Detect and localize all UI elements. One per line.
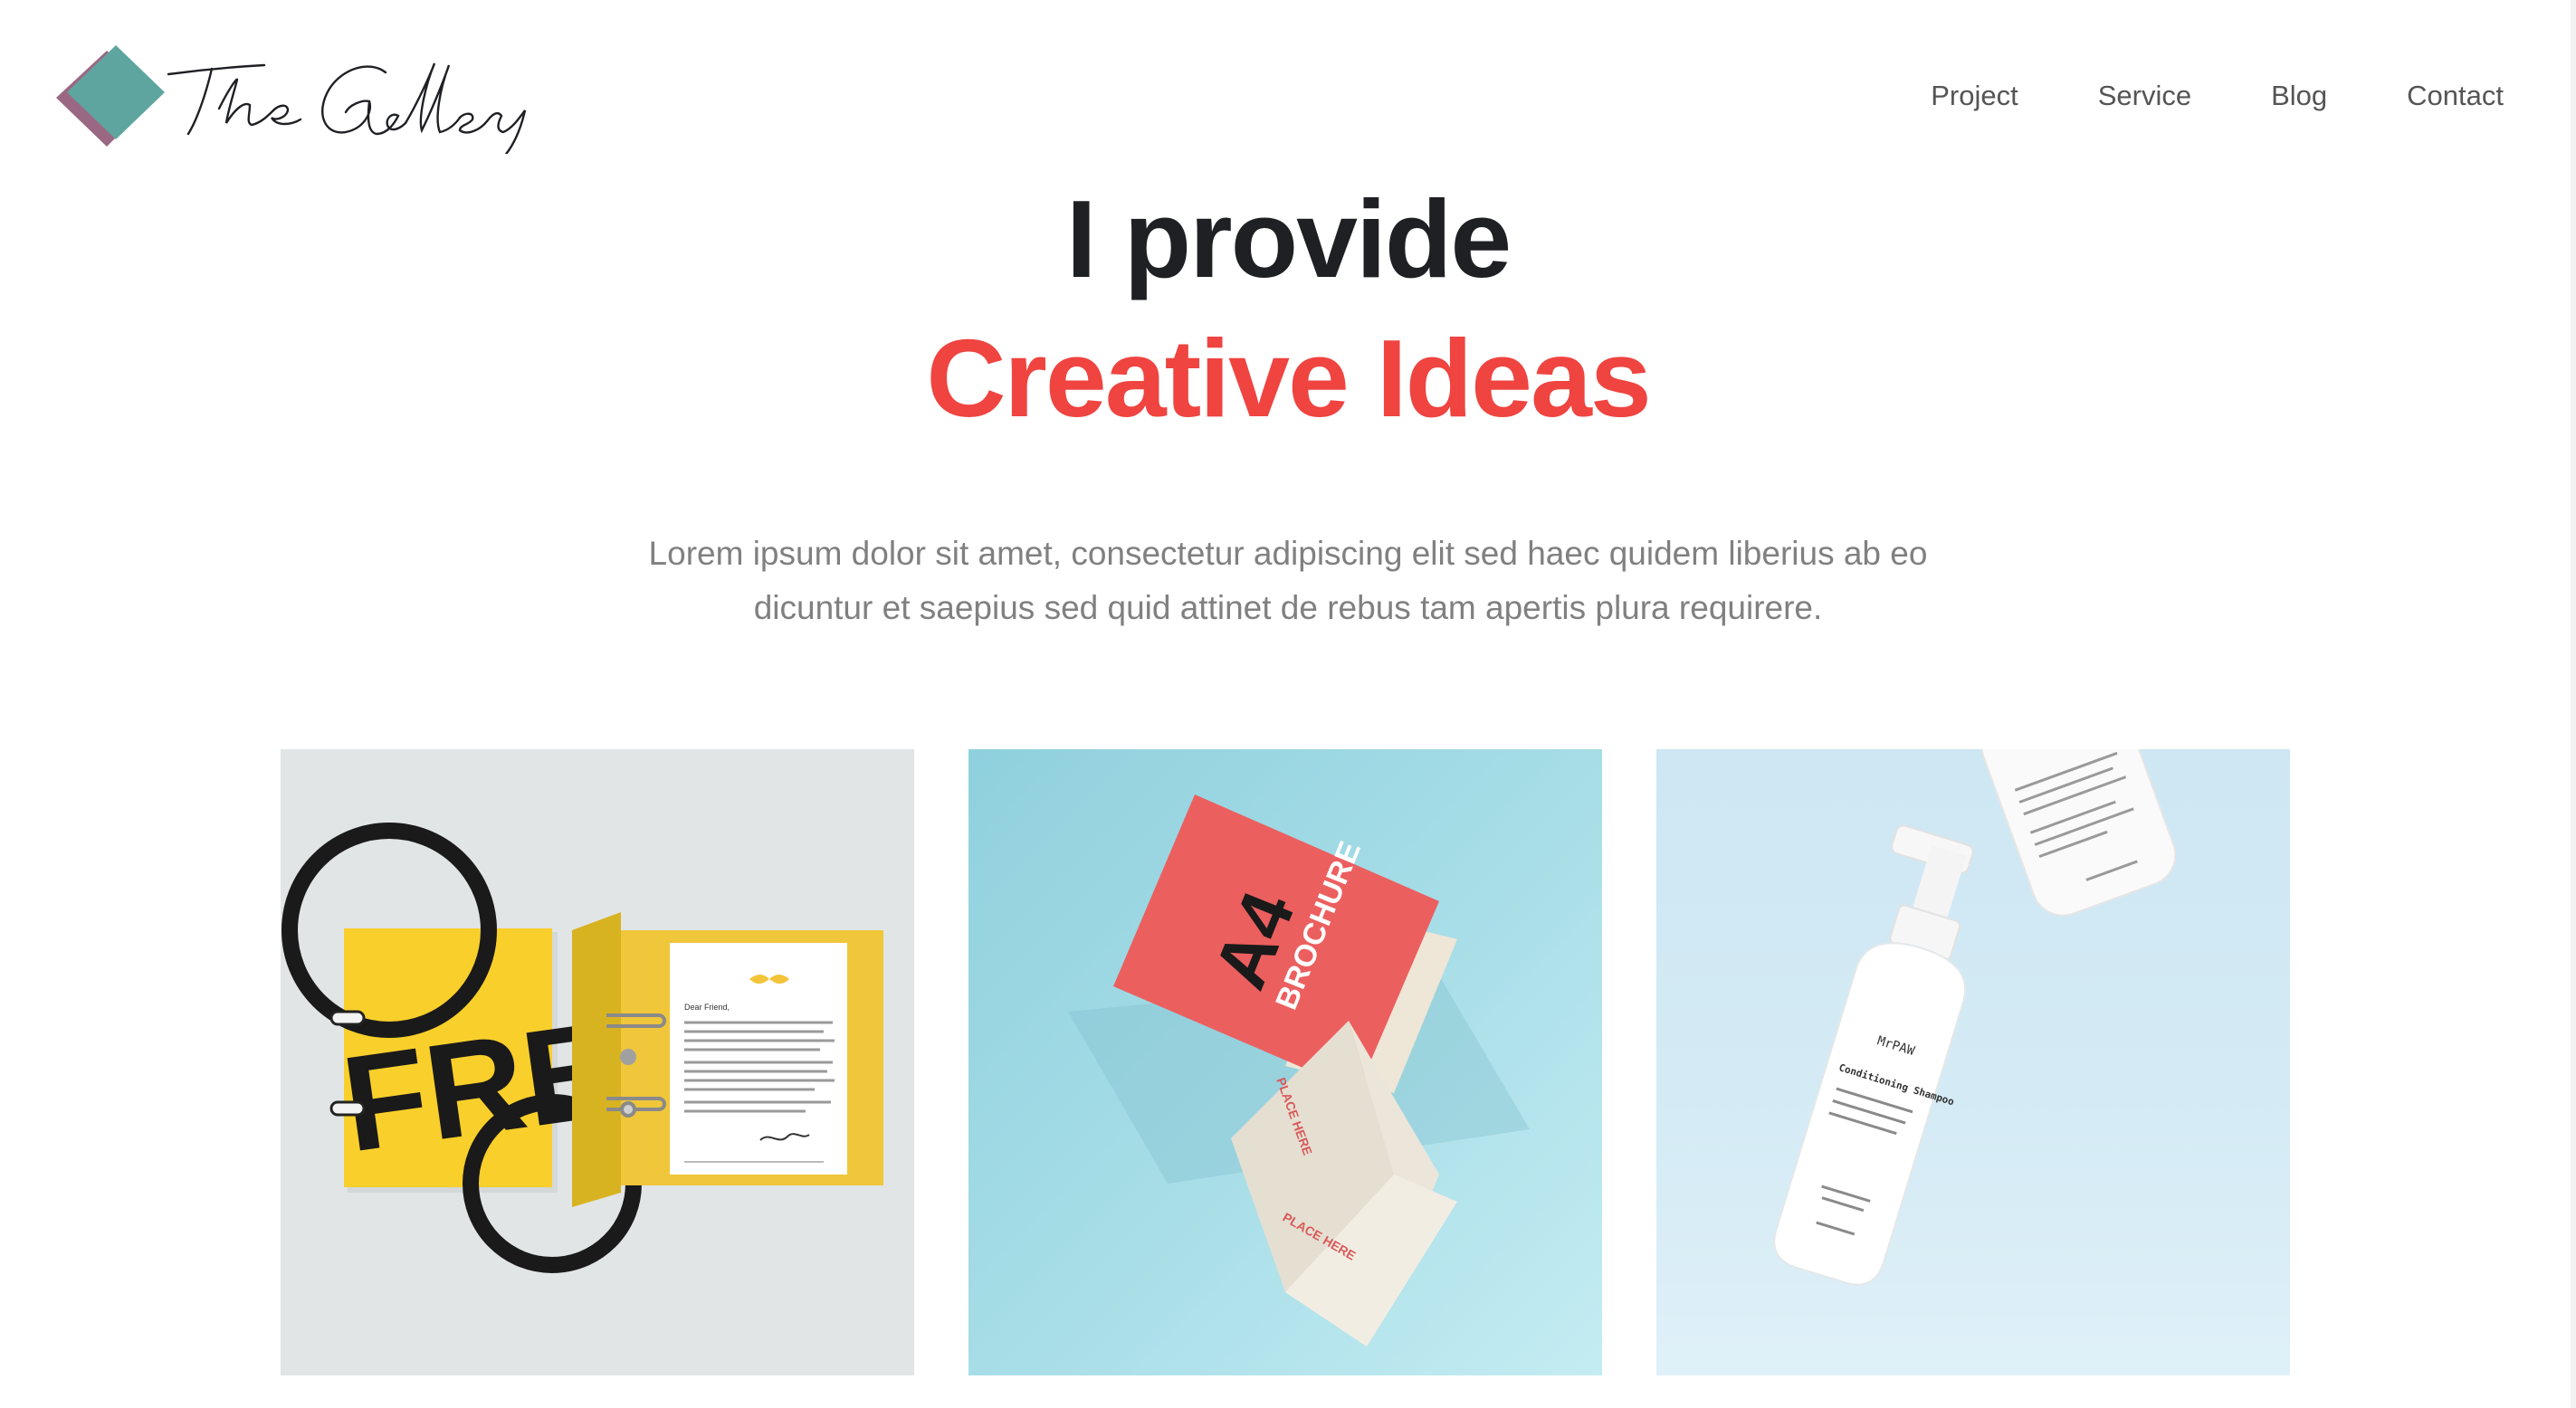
scrollbar[interactable] bbox=[2571, 0, 2576, 1408]
logo-mark-icon bbox=[56, 45, 527, 161]
hero-description: Lorem ipsum dolor sit amet, consectetur … bbox=[0, 527, 2576, 635]
nav-item-service[interactable]: Service bbox=[2098, 80, 2191, 112]
main-nav: Project Service Blog Contact bbox=[1931, 80, 2504, 112]
hero-description-line-2: dicuntur et saepius sed quid attinet de … bbox=[753, 589, 1823, 626]
gallery-card-shampoo[interactable]: MrPAW Conditioning Shampoo bbox=[1656, 749, 2290, 1375]
nav-item-project[interactable]: Project bbox=[1931, 80, 2018, 112]
hero-subheading: Creative Ideas bbox=[926, 317, 1651, 440]
brand-logo[interactable] bbox=[51, 45, 539, 161]
hero-heading: I provide bbox=[1065, 177, 1512, 300]
gallery-card-brochure[interactable]: A4 BROCHURE PLACE HERE PLACE HERE bbox=[968, 749, 1602, 1375]
hero-description-line-1: Lorem ipsum dolor sit amet, consectetur … bbox=[648, 535, 1928, 572]
nav-item-contact[interactable]: Contact bbox=[2407, 80, 2504, 112]
gallery-card-folder[interactable]: FREE Dear Friend, bbox=[281, 749, 914, 1375]
folder-mockup-image: FREE Dear Friend, bbox=[281, 823, 883, 1273]
nav-item-blog[interactable]: Blog bbox=[2271, 80, 2327, 112]
letter-greeting: Dear Friend, bbox=[684, 1003, 730, 1012]
shampoo-mockup-image: MrPAW Conditioning Shampoo bbox=[1773, 749, 2177, 1286]
brochure-mockup-image: A4 BROCHURE PLACE HERE PLACE HERE bbox=[1068, 794, 1530, 1346]
page: Project Service Blog Contact I provide C… bbox=[0, 0, 2576, 1408]
